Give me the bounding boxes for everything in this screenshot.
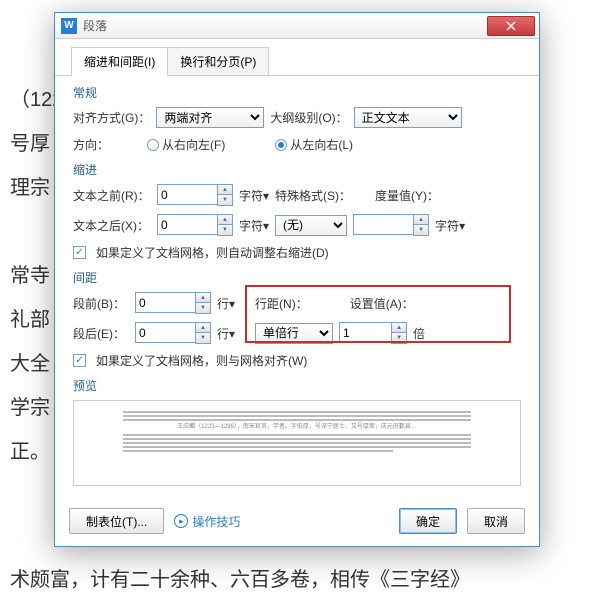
before-text-input[interactable] [157, 184, 217, 205]
spin-down-icon[interactable]: ▼ [218, 225, 232, 235]
measure-label: 度量值(Y)： [375, 187, 439, 204]
after-text-input[interactable] [157, 214, 217, 235]
spin-down-icon[interactable]: ▼ [392, 333, 406, 343]
before-para-input[interactable] [135, 292, 195, 313]
unit-bei: 倍 [413, 325, 425, 342]
spin-up-icon[interactable]: ▲ [218, 185, 232, 195]
spin-down-icon[interactable]: ▼ [414, 225, 428, 235]
measure-input[interactable] [353, 214, 413, 235]
after-text-spinner[interactable]: ▲▼ [157, 214, 233, 236]
tab-line-page-break[interactable]: 换行和分页(P) [168, 47, 269, 76]
measure-spinner[interactable]: ▲▼ [353, 214, 429, 236]
bg-line: 术颇富，计有二十余种、六百多卷，相传《三字经》 [0, 558, 594, 602]
line-spacing-label: 行距(N)： [255, 295, 308, 312]
special-label: 特殊格式(S)： [275, 187, 351, 204]
before-text-spinner[interactable]: ▲▼ [157, 184, 233, 206]
set-value-input[interactable] [339, 322, 391, 343]
close-button[interactable] [487, 16, 535, 36]
dialog-title: 段落 [83, 17, 107, 34]
auto-indent-label: 如果定义了文档网格，则自动调整右缩进(D) [96, 244, 329, 261]
after-text-label: 文本之后(X)： [73, 217, 151, 234]
group-preview: 预览 [73, 377, 521, 394]
spin-down-icon[interactable]: ▼ [218, 195, 232, 205]
snap-grid-checkbox[interactable] [73, 354, 86, 367]
paragraph-dialog: W 段落 缩进和间距(I) 换行和分页(P) 常规 对齐方式(G)： 两端对齐 … [54, 12, 540, 547]
before-text-label: 文本之前(R)： [73, 187, 151, 204]
tabstrip: 缩进和间距(I) 换行和分页(P) [55, 39, 539, 76]
info-icon: ▸ [174, 514, 188, 528]
spin-down-icon[interactable]: ▼ [196, 333, 210, 343]
outline-select[interactable]: 正文文本 [354, 107, 462, 128]
unit-char: 字符▾ [239, 217, 269, 234]
after-para-label: 段后(E)： [73, 325, 129, 342]
radio-icon [147, 139, 159, 151]
align-select[interactable]: 两端对齐 [156, 107, 264, 128]
before-para-spinner[interactable]: ▲▼ [135, 292, 211, 314]
set-value-spinner[interactable]: ▲▼ [339, 322, 407, 344]
before-para-label: 段前(B)： [73, 295, 129, 312]
app-icon: W [61, 18, 77, 34]
align-label: 对齐方式(G)： [73, 109, 150, 126]
direction-ltr-radio[interactable]: 从左向右(L) [275, 136, 353, 153]
auto-indent-checkbox[interactable] [73, 246, 86, 259]
snap-grid-label: 如果定义了文档网格，则与网格对齐(W) [96, 352, 307, 369]
spin-down-icon[interactable]: ▼ [196, 303, 210, 313]
after-para-input[interactable] [135, 322, 195, 343]
ok-button[interactable]: 确定 [399, 508, 457, 534]
group-indent: 缩进 [73, 161, 521, 178]
tips-link[interactable]: ▸ 操作技巧 [174, 513, 240, 530]
direction-label: 方向： [73, 136, 109, 153]
set-value-label: 设置值(A)： [350, 295, 414, 312]
line-spacing-select[interactable]: 单倍行距 [255, 323, 333, 344]
tabs-button[interactable]: 制表位(T)... [69, 508, 164, 534]
radio-icon [275, 139, 287, 151]
outline-label: 大纲级别(O)： [270, 109, 347, 126]
unit-line: 行▾ [217, 325, 235, 342]
spin-up-icon[interactable]: ▲ [414, 215, 428, 225]
spin-up-icon[interactable]: ▲ [392, 323, 406, 333]
tab-indent-spacing[interactable]: 缩进和间距(I) [71, 47, 168, 76]
preview-box: 王应麟（1223—1296），南宋官员、学者。字伯厚，号深宁居士、又号厚斋，庆元… [73, 400, 521, 486]
unit-char: 字符▾ [239, 187, 269, 204]
unit-line: 行▾ [217, 295, 235, 312]
spin-up-icon[interactable]: ▲ [196, 323, 210, 333]
spin-up-icon[interactable]: ▲ [218, 215, 232, 225]
special-select[interactable]: (无) [275, 215, 347, 236]
titlebar: W 段落 [55, 13, 539, 39]
close-icon [506, 21, 516, 31]
spin-up-icon[interactable]: ▲ [196, 293, 210, 303]
unit-char: 字符▾ [435, 217, 465, 234]
after-para-spinner[interactable]: ▲▼ [135, 322, 211, 344]
cancel-button[interactable]: 取消 [467, 508, 525, 534]
group-spacing: 间距 [73, 269, 521, 286]
group-general: 常规 [73, 84, 521, 101]
direction-rtl-radio[interactable]: 从右向左(F) [147, 136, 225, 153]
